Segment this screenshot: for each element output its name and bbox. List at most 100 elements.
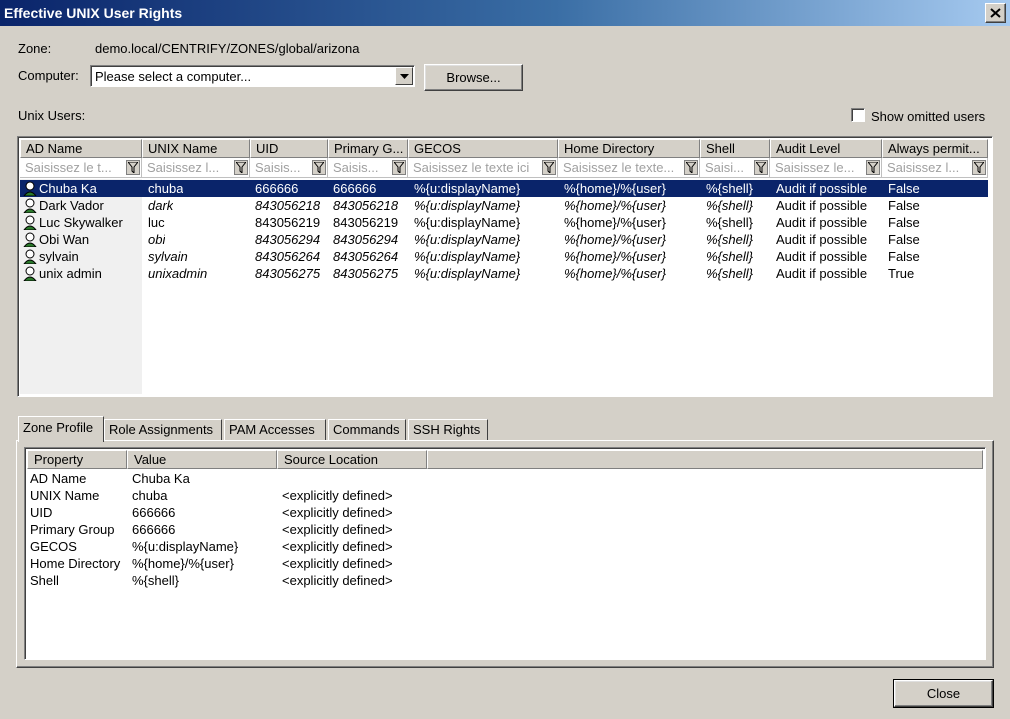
cell-home-directory: %{home}/%{user} <box>564 198 666 213</box>
filter-always-permit[interactable]: Saisissez l... <box>882 158 988 178</box>
column-header-gecos[interactable]: GECOS <box>408 139 558 158</box>
table-row[interactable]: Chuba Ka chuba 666666 666666 %{u:display… <box>20 180 988 197</box>
filter-icon[interactable] <box>234 160 248 175</box>
filter-icon[interactable] <box>866 160 880 175</box>
close-button[interactable]: Close <box>893 679 994 708</box>
cell-gecos: %{u:displayName} <box>414 266 521 281</box>
filter-ad-name[interactable]: Saisissez le t... <box>20 158 142 178</box>
property-source: <explicitly defined> <box>282 573 393 588</box>
property-name: Shell <box>30 573 59 588</box>
window-title: Effective UNIX User Rights <box>4 5 183 21</box>
cell-unix-name: unixadmin <box>148 266 208 281</box>
cell-primary-group: 666666 <box>333 181 377 196</box>
cell-shell: %{shell} <box>706 232 753 247</box>
cell-ad-name: Chuba Ka <box>39 181 97 196</box>
unix-users-label: Unix Users: <box>18 108 86 123</box>
filter-icon[interactable] <box>972 160 986 175</box>
cell-gecos: %{u:displayName} <box>414 181 521 196</box>
filter-gecos[interactable]: Saisissez le texte ici <box>408 158 558 178</box>
list-item[interactable]: UID 666666 <explicitly defined> <box>27 504 977 521</box>
column-header-home-directory[interactable]: Home Directory <box>558 139 700 158</box>
table-row[interactable]: Obi Wan obi 843056294 843056294 %{u:disp… <box>20 231 988 248</box>
column-header-ad-name[interactable]: AD Name <box>20 139 142 158</box>
cell-home-directory: %{home}/%{user} <box>564 232 666 247</box>
filter-icon[interactable] <box>126 160 140 175</box>
column-header-always-permit[interactable]: Always permit... <box>882 139 988 158</box>
table-row[interactable]: Dark Vador dark 843056218 843056218 %{u:… <box>20 197 988 214</box>
filter-audit-level[interactable]: Saisissez le... <box>770 158 882 178</box>
cell-uid: 843056275 <box>255 266 321 281</box>
cell-always-permit: False <box>888 249 920 264</box>
cell-always-permit: False <box>888 198 920 213</box>
computer-dropdown-button[interactable] <box>395 67 413 85</box>
column-header-value[interactable]: Value <box>127 450 277 469</box>
cell-shell: %{shell} <box>706 249 753 264</box>
filter-always-permit-placeholder: Saisissez l... <box>887 160 960 175</box>
tab-ssh-rights[interactable]: SSH Rights <box>408 419 488 440</box>
column-header-audit-level[interactable]: Audit Level <box>770 139 882 158</box>
chevron-down-icon <box>399 73 409 79</box>
list-item[interactable]: Home Directory %{home}/%{user} <explicit… <box>27 555 977 572</box>
table-row[interactable]: Luc Skywalker luc 843056219 843056219 %{… <box>20 214 988 231</box>
computer-select[interactable]: Please select a computer... <box>90 65 415 87</box>
cell-unix-name: sylvain <box>148 249 188 264</box>
zone-profile-list[interactable]: Property Value Source Location AD Name C… <box>24 447 986 660</box>
cell-ad-name: unix admin <box>39 266 102 281</box>
user-icon <box>23 249 37 264</box>
cell-unix-name: obi <box>148 232 166 247</box>
list-item[interactable]: AD Name Chuba Ka <box>27 470 977 487</box>
filter-icon[interactable] <box>312 160 326 175</box>
cell-audit-level: Audit if possible <box>776 266 868 281</box>
column-header-shell[interactable]: Shell <box>700 139 770 158</box>
table-row[interactable]: unix admin unixadmin 843056275 843056275… <box>20 265 988 282</box>
column-header-uid[interactable]: UID <box>250 139 328 158</box>
tab-commands[interactable]: Commands <box>328 419 406 440</box>
column-header-property[interactable]: Property <box>27 450 127 469</box>
user-icon <box>23 215 37 230</box>
tab-role-assignments[interactable]: Role Assignments <box>104 419 222 440</box>
list-item[interactable]: Shell %{shell} <explicitly defined> <box>27 572 977 589</box>
list-item[interactable]: GECOS %{u:displayName} <explicitly defin… <box>27 538 977 555</box>
cell-primary-group: 843056219 <box>333 215 399 230</box>
cell-unix-name: chuba <box>148 181 184 196</box>
column-header-primary-group[interactable]: Primary G... <box>328 139 408 158</box>
property-source: <explicitly defined> <box>282 488 393 503</box>
filter-primary-group[interactable]: Saisis... <box>328 158 408 178</box>
show-omitted-users-checkbox[interactable] <box>851 108 865 122</box>
user-icon <box>23 181 37 196</box>
filter-home-directory[interactable]: Saisissez le texte... <box>558 158 700 178</box>
cell-ad-name: Luc Skywalker <box>39 215 123 230</box>
filter-unix-name[interactable]: Saisissez l... <box>142 158 250 178</box>
filter-shell[interactable]: Saisi... <box>700 158 770 178</box>
property-name: Primary Group <box>30 522 115 537</box>
cell-ad-name: Dark Vador <box>39 198 104 213</box>
computer-select-value: Please select a computer... <box>95 69 252 84</box>
list-item[interactable]: Primary Group 666666 <explicitly defined… <box>27 521 977 538</box>
property-name: AD Name <box>30 471 87 486</box>
cell-shell: %{shell} <box>706 266 753 281</box>
filter-icon[interactable] <box>392 160 406 175</box>
cell-shell: %{shell} <box>706 198 753 213</box>
property-name: UNIX Name <box>30 488 100 503</box>
cell-ad-name: Obi Wan <box>39 232 90 247</box>
browse-button[interactable]: Browse... <box>424 64 523 91</box>
table-row[interactable]: sylvain sylvain 843056264 843056264 %{u:… <box>20 248 988 265</box>
filter-icon[interactable] <box>684 160 698 175</box>
cell-shell: %{shell} <box>706 215 753 230</box>
users-grid[interactable]: AD Name UNIX Name UID Primary G... GECOS… <box>17 136 993 397</box>
column-header-unix-name[interactable]: UNIX Name <box>142 139 250 158</box>
property-name: GECOS <box>30 539 77 554</box>
cell-primary-group: 843056275 <box>333 266 399 281</box>
filter-uid[interactable]: Saisis... <box>250 158 328 178</box>
tab-zone-profile[interactable]: Zone Profile <box>18 416 104 442</box>
filter-icon[interactable] <box>754 160 768 175</box>
column-header-source-location[interactable]: Source Location <box>277 450 427 469</box>
property-source: <explicitly defined> <box>282 539 393 554</box>
filter-shell-placeholder: Saisi... <box>705 160 745 175</box>
cell-gecos: %{u:displayName} <box>414 232 521 247</box>
window-close-button[interactable] <box>985 3 1006 23</box>
tab-pam-accesses[interactable]: PAM Accesses <box>224 419 326 440</box>
list-item[interactable]: UNIX Name chuba <explicitly defined> <box>27 487 977 504</box>
filter-icon[interactable] <box>542 160 556 175</box>
cell-uid: 843056264 <box>255 249 321 264</box>
